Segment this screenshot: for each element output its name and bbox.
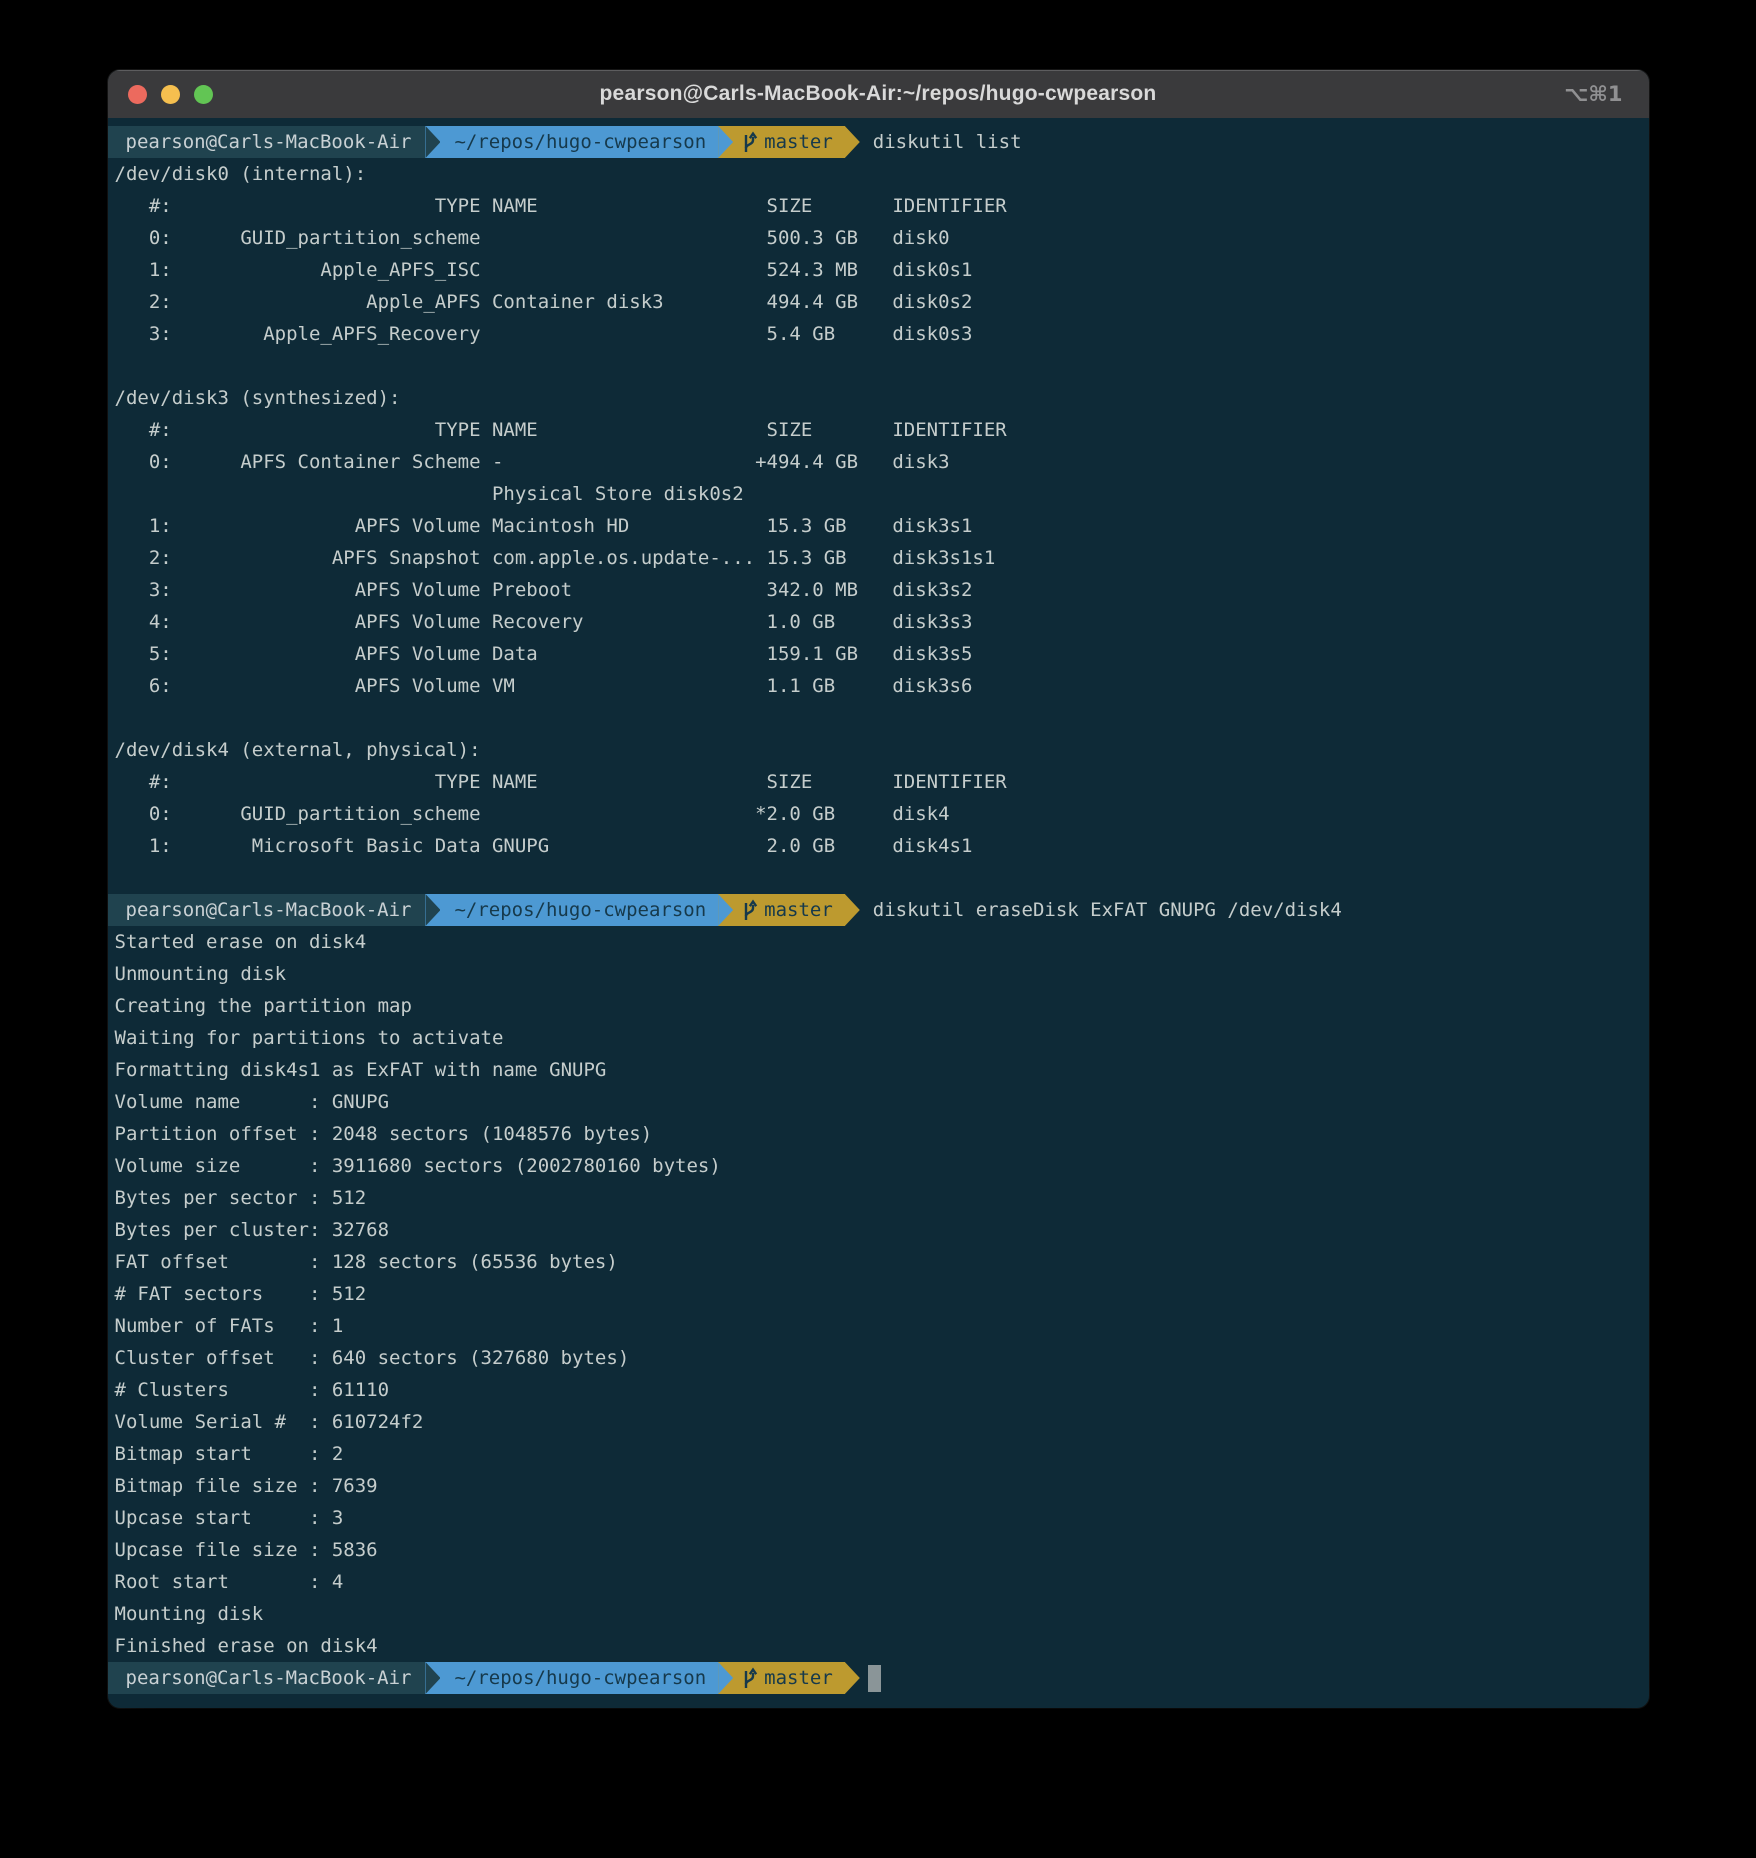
zoom-button[interactable]	[194, 85, 213, 104]
output-line: Cluster offset : 640 sectors (327680 byt…	[108, 1342, 1649, 1374]
powerline-separator	[425, 126, 440, 158]
branch-text: master	[764, 1662, 833, 1694]
output-line: Number of FATs : 1	[108, 1310, 1649, 1342]
output-line: Unmounting disk	[108, 958, 1649, 990]
output-line: FAT offset : 128 sectors (65536 bytes)	[108, 1246, 1649, 1278]
git-branch-segment: master	[733, 1662, 845, 1694]
output-line: Waiting for partitions to activate	[108, 1022, 1649, 1054]
title-bar: pearson@Carls-MacBook-Air:~/repos/hugo-c…	[108, 70, 1649, 118]
output-line: Physical Store disk0s2	[108, 478, 1649, 510]
output-line: Formatting disk4s1 as ExFAT with name GN…	[108, 1054, 1649, 1086]
directory-segment: ~/repos/hugo-cwpearson	[440, 126, 718, 158]
output-line: /dev/disk0 (internal):	[108, 158, 1649, 190]
powerline-separator	[425, 894, 440, 926]
output-line: 4: APFS Volume Recovery 1.0 GB disk3s3	[108, 606, 1649, 638]
output-line: Mounting disk	[108, 1598, 1649, 1630]
output-line: 0: APFS Container Scheme - +494.4 GB dis…	[108, 446, 1649, 478]
branch-text: master	[764, 894, 833, 926]
traffic-lights	[128, 70, 213, 118]
directory-text: ~/repos/hugo-cwpearson	[454, 1662, 706, 1694]
output-line: Creating the partition map	[108, 990, 1649, 1022]
powerline-separator	[845, 1662, 860, 1694]
output-line: #: TYPE NAME SIZE IDENTIFIER	[108, 190, 1649, 222]
output-line: Root start : 4	[108, 1566, 1649, 1598]
command-text: diskutil eraseDisk ExFAT GNUPG /dev/disk…	[873, 894, 1342, 926]
output-line: 1: Apple_APFS_ISC 524.3 MB disk0s1	[108, 254, 1649, 286]
powerline-separator	[425, 1662, 440, 1694]
output-line: 1: APFS Volume Macintosh HD 15.3 GB disk…	[108, 510, 1649, 542]
output-line	[108, 702, 1649, 734]
command-output: /dev/disk0 (internal): #: TYPE NAME SIZE…	[108, 158, 1649, 894]
output-line: 5: APFS Volume Data 159.1 GB disk3s5	[108, 638, 1649, 670]
prompt-line: pearson@Carls-MacBook-Air ~/repos/hugo-c…	[108, 1662, 1649, 1694]
output-line: 2: Apple_APFS Container disk3 494.4 GB d…	[108, 286, 1649, 318]
output-line: Volume Serial # : 610724f2	[108, 1406, 1649, 1438]
close-button[interactable]	[128, 85, 147, 104]
output-line: 0: GUID_partition_scheme 500.3 GB disk0	[108, 222, 1649, 254]
powerline-separator	[845, 126, 860, 158]
git-branch-segment: master	[733, 894, 845, 926]
terminal-window: pearson@Carls-MacBook-Air:~/repos/hugo-c…	[108, 70, 1649, 1708]
output-line: 0: GUID_partition_scheme *2.0 GB disk4	[108, 798, 1649, 830]
directory-segment: ~/repos/hugo-cwpearson	[440, 1662, 718, 1694]
git-branch-segment: master	[733, 126, 845, 158]
output-line: Bitmap file size : 7639	[108, 1470, 1649, 1502]
output-line: Upcase start : 3	[108, 1502, 1649, 1534]
window-title: pearson@Carls-MacBook-Air:~/repos/hugo-c…	[600, 82, 1157, 106]
output-line: Finished erase on disk4	[108, 1630, 1649, 1662]
output-line: 2: APFS Snapshot com.apple.os.update-...…	[108, 542, 1649, 574]
output-line: #: TYPE NAME SIZE IDENTIFIER	[108, 766, 1649, 798]
branch-text: master	[764, 126, 833, 158]
output-line	[108, 862, 1649, 894]
terminal-cursor	[868, 1665, 881, 1692]
output-line: #: TYPE NAME SIZE IDENTIFIER	[108, 414, 1649, 446]
host-segment: pearson@Carls-MacBook-Air	[108, 1662, 426, 1694]
output-line: 3: Apple_APFS_Recovery 5.4 GB disk0s3	[108, 318, 1649, 350]
user-host-text: pearson@Carls-MacBook-Air	[126, 1662, 412, 1694]
output-line: /dev/disk4 (external, physical):	[108, 734, 1649, 766]
output-line: Volume size : 3911680 sectors (200278016…	[108, 1150, 1649, 1182]
output-line: Started erase on disk4	[108, 926, 1649, 958]
powerline-separator	[718, 126, 733, 158]
output-line: Volume name : GNUPG	[108, 1086, 1649, 1118]
output-line: Upcase file size : 5836	[108, 1534, 1649, 1566]
prompt-line: pearson@Carls-MacBook-Air ~/repos/hugo-c…	[108, 126, 1649, 158]
host-segment: pearson@Carls-MacBook-Air	[108, 894, 426, 926]
user-host-text: pearson@Carls-MacBook-Air	[126, 126, 412, 158]
powerline-separator	[718, 1662, 733, 1694]
window-shortcut-hint: ⌥⌘1	[1564, 70, 1622, 118]
output-line: /dev/disk3 (synthesized):	[108, 382, 1649, 414]
directory-text: ~/repos/hugo-cwpearson	[454, 126, 706, 158]
output-line: Bytes per cluster: 32768	[108, 1214, 1649, 1246]
output-line: Bitmap start : 2	[108, 1438, 1649, 1470]
prompt-line: pearson@Carls-MacBook-Air ~/repos/hugo-c…	[108, 894, 1649, 926]
output-line: # FAT sectors : 512	[108, 1278, 1649, 1310]
command-output: Started erase on disk4Unmounting diskCre…	[108, 926, 1649, 1662]
git-branch-icon	[741, 898, 758, 922]
host-segment: pearson@Carls-MacBook-Air	[108, 126, 426, 158]
git-branch-icon	[741, 130, 758, 154]
terminal-screen[interactable]: pearson@Carls-MacBook-Air ~/repos/hugo-c…	[108, 118, 1649, 1704]
output-line: 3: APFS Volume Preboot 342.0 MB disk3s2	[108, 574, 1649, 606]
minimize-button[interactable]	[161, 85, 180, 104]
command-text: diskutil list	[873, 126, 1022, 158]
powerline-separator	[845, 894, 860, 926]
powerline-separator	[718, 894, 733, 926]
output-line: 6: APFS Volume VM 1.1 GB disk3s6	[108, 670, 1649, 702]
output-line: # Clusters : 61110	[108, 1374, 1649, 1406]
directory-text: ~/repos/hugo-cwpearson	[454, 894, 706, 926]
output-line: Partition offset : 2048 sectors (1048576…	[108, 1118, 1649, 1150]
output-line	[108, 350, 1649, 382]
output-line: 1: Microsoft Basic Data GNUPG 2.0 GB dis…	[108, 830, 1649, 862]
user-host-text: pearson@Carls-MacBook-Air	[126, 894, 412, 926]
git-branch-icon	[741, 1666, 758, 1690]
directory-segment: ~/repos/hugo-cwpearson	[440, 894, 718, 926]
output-line: Bytes per sector : 512	[108, 1182, 1649, 1214]
